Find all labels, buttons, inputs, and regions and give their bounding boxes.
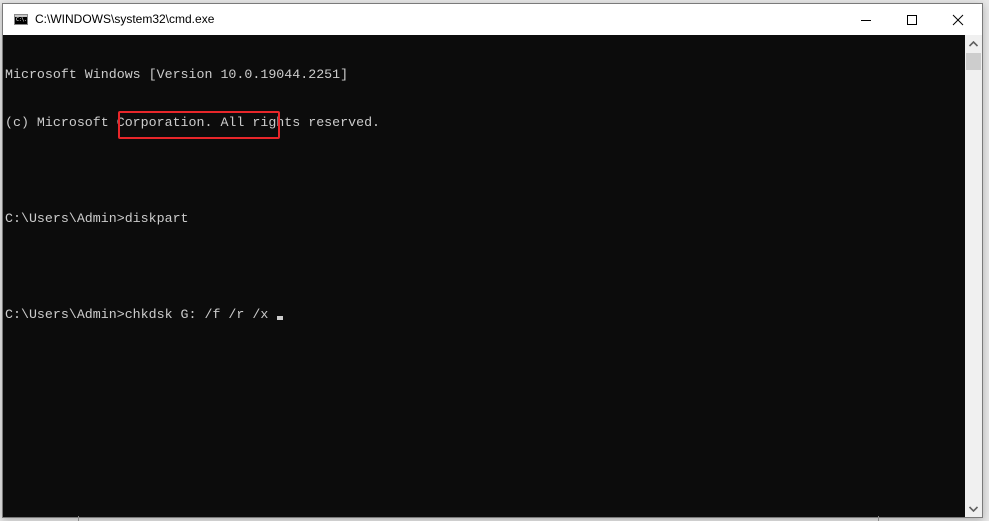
minimize-button[interactable] [843,4,889,35]
window-title: C:\WINDOWS\system32\cmd.exe [35,12,215,26]
close-icon [952,14,964,25]
app-icon-text: C:\. [16,17,27,23]
desktop-divider [78,516,79,521]
command-prompt-input[interactable]: C:\Users\Admin>chkdsk G: /f /r /x [5,307,276,322]
vertical-scrollbar[interactable] [965,35,982,517]
scroll-down-button[interactable] [965,500,982,517]
console-line-version: Microsoft Windows [Version 10.0.19044.22… [5,67,349,82]
chevron-down-icon [969,505,978,512]
console-line-input[interactable]: C:\Users\Admin>chkdsk G: /f /r /x [5,307,965,323]
maximize-icon [907,14,917,25]
title-bar[interactable]: C:\. C:\WINDOWS\system32\cmd.exe [3,4,982,35]
desktop-divider [878,516,879,521]
minimize-icon [861,19,871,21]
chevron-up-icon [969,40,978,47]
text-cursor [277,316,284,320]
scroll-up-button[interactable] [965,35,982,52]
scroll-thumb[interactable] [966,53,981,70]
cmd-window: C:\. C:\WINDOWS\system32\cmd.exe Microso… [2,3,983,518]
close-button[interactable] [935,4,981,35]
console-line-diskpart: C:\Users\Admin>diskpart [5,211,189,226]
maximize-button[interactable] [889,4,935,35]
console-output[interactable]: Microsoft Windows [Version 10.0.19044.22… [3,35,965,517]
cmd-app-icon: C:\. [14,14,28,25]
console-line-copyright: (c) Microsoft Corporation. All rights re… [5,115,381,130]
